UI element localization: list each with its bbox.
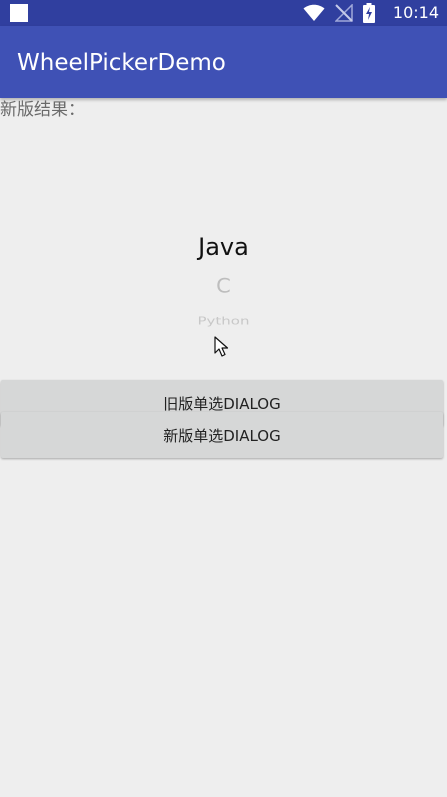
new-single-choice-dialog-button[interactable]: 新版单选DIALOG	[1, 412, 443, 458]
app-bar: WheelPickerDemo	[0, 26, 447, 98]
status-icons	[303, 3, 375, 23]
status-bar: 10:14	[0, 0, 447, 26]
wheel-item-selected[interactable]: Java	[0, 232, 447, 262]
wheel-item[interactable]: C	[0, 274, 447, 298]
no-signal-icon	[335, 4, 353, 22]
battery-charging-icon	[363, 3, 375, 23]
wheel-item[interactable]: Python	[0, 315, 447, 328]
status-time: 10:14	[392, 3, 439, 22]
result-label: 新版结果：	[0, 100, 85, 120]
notification-square-icon	[10, 4, 28, 22]
mouse-cursor-icon	[214, 336, 229, 357]
app-title: WheelPickerDemo	[17, 50, 226, 76]
wifi-icon	[303, 4, 325, 21]
